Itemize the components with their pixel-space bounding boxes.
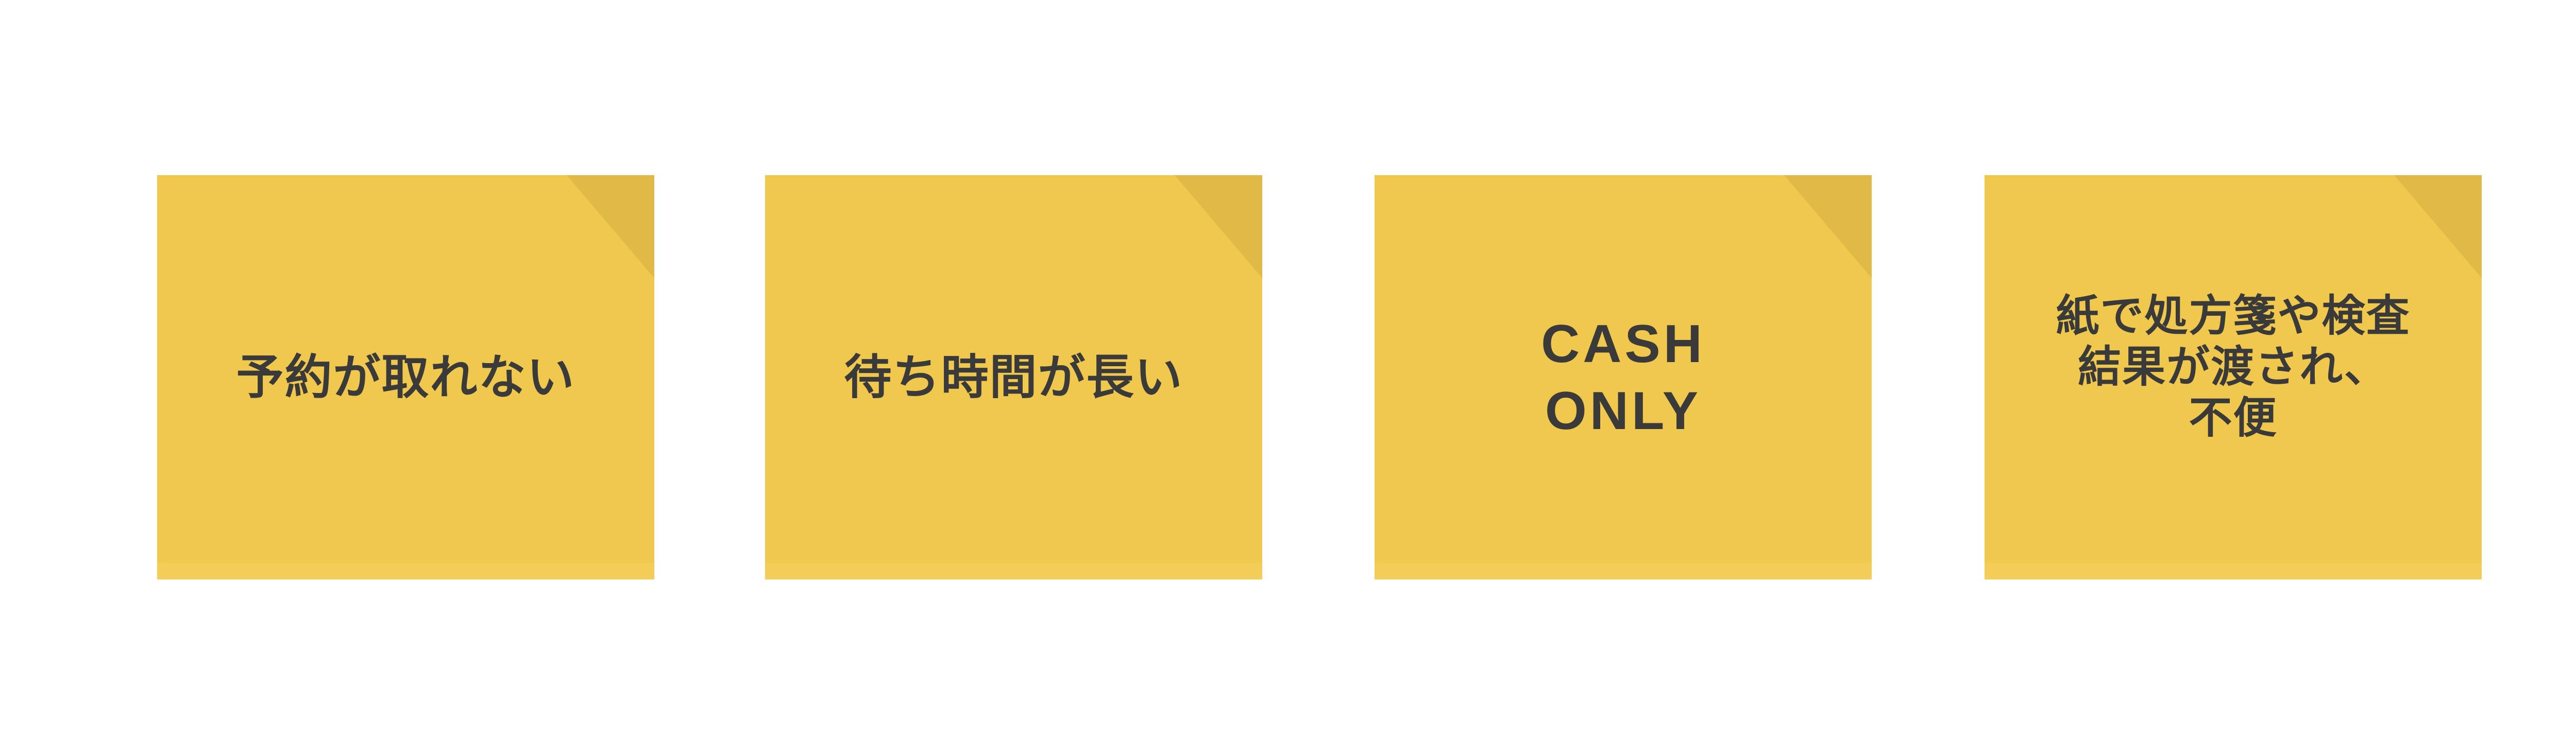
note-text: 待ち時間が長い (844, 349, 1183, 405)
sticky-note-reservation[interactable]: 予約が取れない (157, 175, 654, 579)
sticky-note-wait-time[interactable]: 待ち時間が長い (765, 175, 1262, 579)
sticky-note-board: 予約が取れない 待ち時間が長い CASH ONLY 紙で処方箋や検査 結果が渡さ… (0, 0, 2576, 752)
sticky-note-cash-only[interactable]: CASH ONLY (1375, 175, 1872, 579)
note-text: 紙で処方箋や検査 結果が渡され、 不便 (2056, 290, 2411, 443)
sticky-note-paper-records[interactable]: 紙で処方箋や検査 結果が渡され、 不便 (1985, 175, 2482, 579)
note-text: CASH ONLY (1541, 314, 1705, 441)
note-text: 予約が取れない (236, 349, 575, 405)
